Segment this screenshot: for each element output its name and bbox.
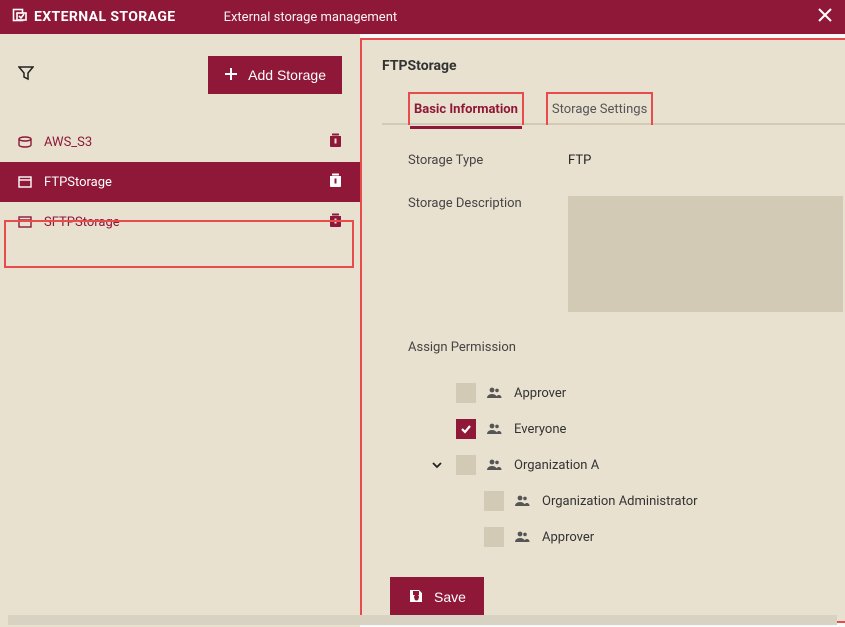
permission-label: Approver (514, 386, 566, 401)
storage-detail-panel: FTPStorage Basic Information Storage Set… (360, 38, 845, 623)
panel-title: FTPStorage (382, 58, 845, 74)
storage-type-icon (18, 176, 36, 188)
permission-checkbox[interactable] (456, 455, 476, 475)
chevron-down-icon[interactable] (428, 459, 446, 471)
header-title: EXTERNAL STORAGE (34, 9, 176, 25)
field-value-type: FTP (568, 153, 591, 168)
storage-type-icon (18, 216, 36, 228)
group-icon (486, 423, 504, 435)
storage-list-item[interactable]: SFTPStorage (0, 202, 360, 242)
tab-row: Basic Information Storage Settings (382, 90, 845, 125)
permission-label: Organization Administrator (542, 494, 698, 509)
storage-list-item[interactable]: AWS_S3 (0, 122, 360, 162)
permission-checkbox[interactable] (484, 491, 504, 511)
storage-type-icon (18, 136, 36, 148)
filter-icon[interactable] (18, 65, 34, 85)
storage-list-item[interactable]: FTPStorage (0, 162, 360, 202)
permission-checkbox[interactable] (456, 383, 476, 403)
permission-tree: Approver Everyone Or (382, 375, 845, 555)
header-subtitle: External storage management (224, 10, 398, 25)
delete-icon[interactable] (329, 213, 342, 231)
save-label: Save (434, 589, 466, 605)
group-icon (514, 495, 532, 507)
group-icon (514, 531, 532, 543)
storage-item-label: AWS_S3 (44, 135, 329, 150)
permission-label: Everyone (514, 422, 566, 437)
delete-icon[interactable] (329, 173, 342, 191)
permission-label: Approver (542, 530, 594, 545)
field-label-permission: Assign Permission (382, 340, 845, 355)
save-icon (408, 588, 424, 607)
add-storage-button[interactable]: Add Storage (208, 56, 342, 94)
permission-label: Organization A (514, 458, 599, 473)
delete-icon[interactable] (329, 133, 342, 151)
permission-checkbox[interactable] (484, 527, 504, 547)
storage-item-label: FTPStorage (44, 175, 329, 190)
add-storage-label: Add Storage (248, 67, 326, 83)
group-icon (486, 387, 504, 399)
field-label-type: Storage Type (408, 153, 568, 168)
field-label-description: Storage Description (408, 196, 568, 211)
permission-checkbox[interactable] (456, 419, 476, 439)
horizontal-scrollbar[interactable] (8, 615, 837, 625)
storage-item-label: SFTPStorage (44, 215, 329, 230)
header-bar: EXTERNAL STORAGE External storage manage… (0, 0, 845, 34)
storage-list-panel: Add Storage AWS_S3 FTPStorage (0, 34, 360, 627)
plus-icon (224, 67, 238, 84)
app-icon (12, 7, 28, 27)
close-icon[interactable] (817, 7, 833, 27)
tab-storage-settings[interactable]: Storage Settings (546, 92, 653, 125)
tab-basic-information[interactable]: Basic Information (408, 92, 524, 125)
group-icon (486, 459, 504, 471)
description-input[interactable] (568, 196, 843, 312)
save-button[interactable]: Save (390, 577, 484, 617)
